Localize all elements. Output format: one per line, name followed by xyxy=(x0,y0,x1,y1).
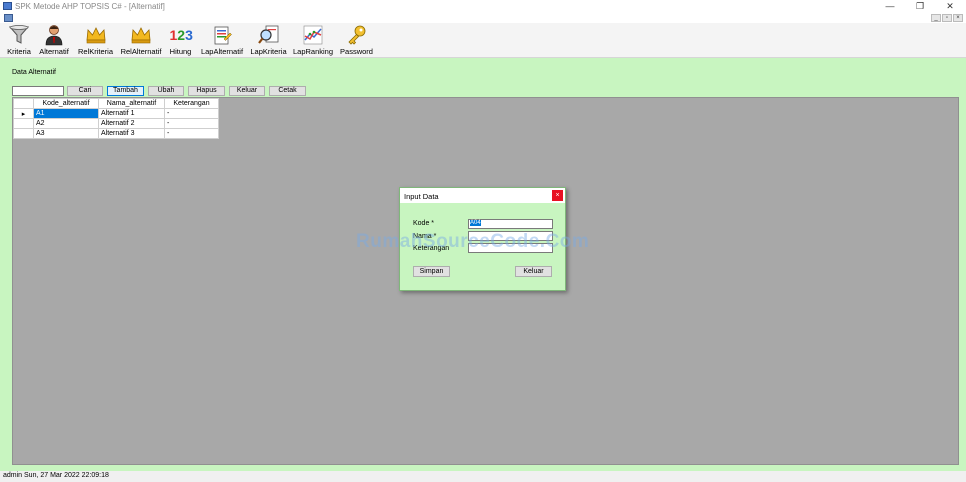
column-header-kode[interactable]: Kode_alternatif xyxy=(33,98,99,109)
close-button[interactable]: ✕ xyxy=(935,0,965,13)
current-row-marker-icon[interactable]: ▸ xyxy=(13,108,34,119)
table-row[interactable]: ▸ A1 Alternatif 1 - xyxy=(13,108,219,119)
toolbar-relalternatif-button[interactable]: RelAlternatif xyxy=(118,24,164,57)
dialog-close-button[interactable]: × xyxy=(552,190,563,201)
crown-icon xyxy=(86,27,105,44)
alternatif-table: Kode_alternatif Nama_alternatif Keterang… xyxy=(13,98,219,139)
toolbar-label: Password xyxy=(340,47,373,56)
table-row[interactable]: A3 Alternatif 3 - xyxy=(13,128,219,139)
kode-value: A04 xyxy=(470,220,481,226)
magnifier-report-icon xyxy=(257,25,278,44)
toolbar-label: Hitung xyxy=(169,47,192,56)
table-cell[interactable]: - xyxy=(164,128,219,139)
row-header[interactable] xyxy=(13,118,34,129)
person-icon xyxy=(45,25,63,46)
minimize-button[interactable]: — xyxy=(875,0,905,13)
dialog-keluar-button[interactable]: Keluar xyxy=(515,266,552,277)
watermark: RumahSourceCode.Com xyxy=(356,231,590,252)
table-cell[interactable]: A1 xyxy=(33,108,99,119)
toolbar-password-button[interactable]: Password xyxy=(339,24,374,57)
search-input[interactable] xyxy=(12,86,64,96)
toolbar-lapkriteria-button[interactable]: LapKriteria xyxy=(249,24,288,57)
window-title: SPK Metode AHP TOPSIS C# - [Alternatif] xyxy=(15,2,165,11)
toolbar-label: RelAlternatif xyxy=(120,47,162,56)
toolbar-relkriteria-button[interactable]: RelKriteria xyxy=(77,24,114,57)
table-cell[interactable]: - xyxy=(164,108,219,119)
toolbar: Kriteria Alternatif RelKriteria RelAlter… xyxy=(0,23,966,58)
table-row[interactable]: A2 Alternatif 2 - xyxy=(13,118,219,129)
simpan-button[interactable]: Simpan xyxy=(413,266,450,277)
restore-button[interactable]: ❐ xyxy=(905,0,935,13)
cetak-button[interactable]: Cetak xyxy=(269,86,306,96)
toolbar-alternatif-button[interactable]: Alternatif xyxy=(36,24,72,57)
hapus-button[interactable]: Hapus xyxy=(188,86,225,96)
toolbar-label: Kriteria xyxy=(7,47,31,56)
toolbar-label: RelKriteria xyxy=(77,47,113,56)
toolbar-kriteria-button[interactable]: Kriteria xyxy=(4,24,34,57)
ubah-button[interactable]: Ubah xyxy=(148,86,184,96)
table-cell[interactable]: Alternatif 2 xyxy=(98,118,165,129)
chart-icon xyxy=(303,25,323,45)
mdi-minimize-button[interactable]: _ xyxy=(931,14,941,22)
section-label: Data Alternatif xyxy=(12,69,56,76)
row-header[interactable] xyxy=(13,128,34,139)
mdi-restore-button[interactable]: ▫ xyxy=(942,14,952,22)
kode-label: Kode * xyxy=(413,220,435,227)
toolbar-hitung-button[interactable]: 123 Hitung xyxy=(167,24,194,57)
mdi-child-icon[interactable] xyxy=(4,14,13,22)
tambah-button[interactable]: Tambah xyxy=(107,86,144,96)
dialog-titlebar[interactable]: Input Data × xyxy=(400,188,565,203)
statusbar: admin Sun, 27 Mar 2022 22:09:18 xyxy=(0,471,966,482)
toolbar-lapalternatif-button[interactable]: LapAlternatif xyxy=(199,24,245,57)
table-cell[interactable]: - xyxy=(164,118,219,129)
dialog-title: Input Data xyxy=(404,192,439,201)
numbers-123-icon: 123 xyxy=(169,27,193,43)
cari-button[interactable]: Cari xyxy=(67,86,103,96)
row-header-corner[interactable] xyxy=(13,98,34,109)
report-icon xyxy=(214,26,232,45)
window-titlebar: SPK Metode AHP TOPSIS C# - [Alternatif] … xyxy=(0,0,966,13)
funnel-icon xyxy=(8,25,30,44)
table-cell[interactable]: A2 xyxy=(33,118,99,129)
status-text: admin Sun, 27 Mar 2022 22:09:18 xyxy=(3,472,109,479)
table-header-row: Kode_alternatif Nama_alternatif Keterang… xyxy=(13,98,219,109)
key-icon xyxy=(347,25,365,45)
keluar-button[interactable]: Keluar xyxy=(229,86,265,96)
table-cell[interactable]: Alternatif 3 xyxy=(98,128,165,139)
column-header-nama[interactable]: Nama_alternatif xyxy=(98,98,165,109)
table-cell[interactable]: A3 xyxy=(33,128,99,139)
kode-field[interactable]: A04 xyxy=(468,219,553,229)
toolbar-label: LapKriteria xyxy=(250,47,287,56)
toolbar-label: LapRanking xyxy=(292,47,334,56)
toolbar-label: Alternatif xyxy=(39,47,69,56)
app-icon xyxy=(3,2,12,10)
column-header-keterangan[interactable]: Keterangan xyxy=(164,98,219,109)
toolbar-label: LapAlternatif xyxy=(200,47,244,56)
mdi-close-button[interactable]: × xyxy=(953,14,963,22)
mdi-bar: _ ▫ × xyxy=(0,13,966,23)
crown-icon xyxy=(131,27,151,44)
toolbar-lapranking-button[interactable]: LapRanking xyxy=(292,24,334,57)
table-cell[interactable]: Alternatif 1 xyxy=(98,108,165,119)
